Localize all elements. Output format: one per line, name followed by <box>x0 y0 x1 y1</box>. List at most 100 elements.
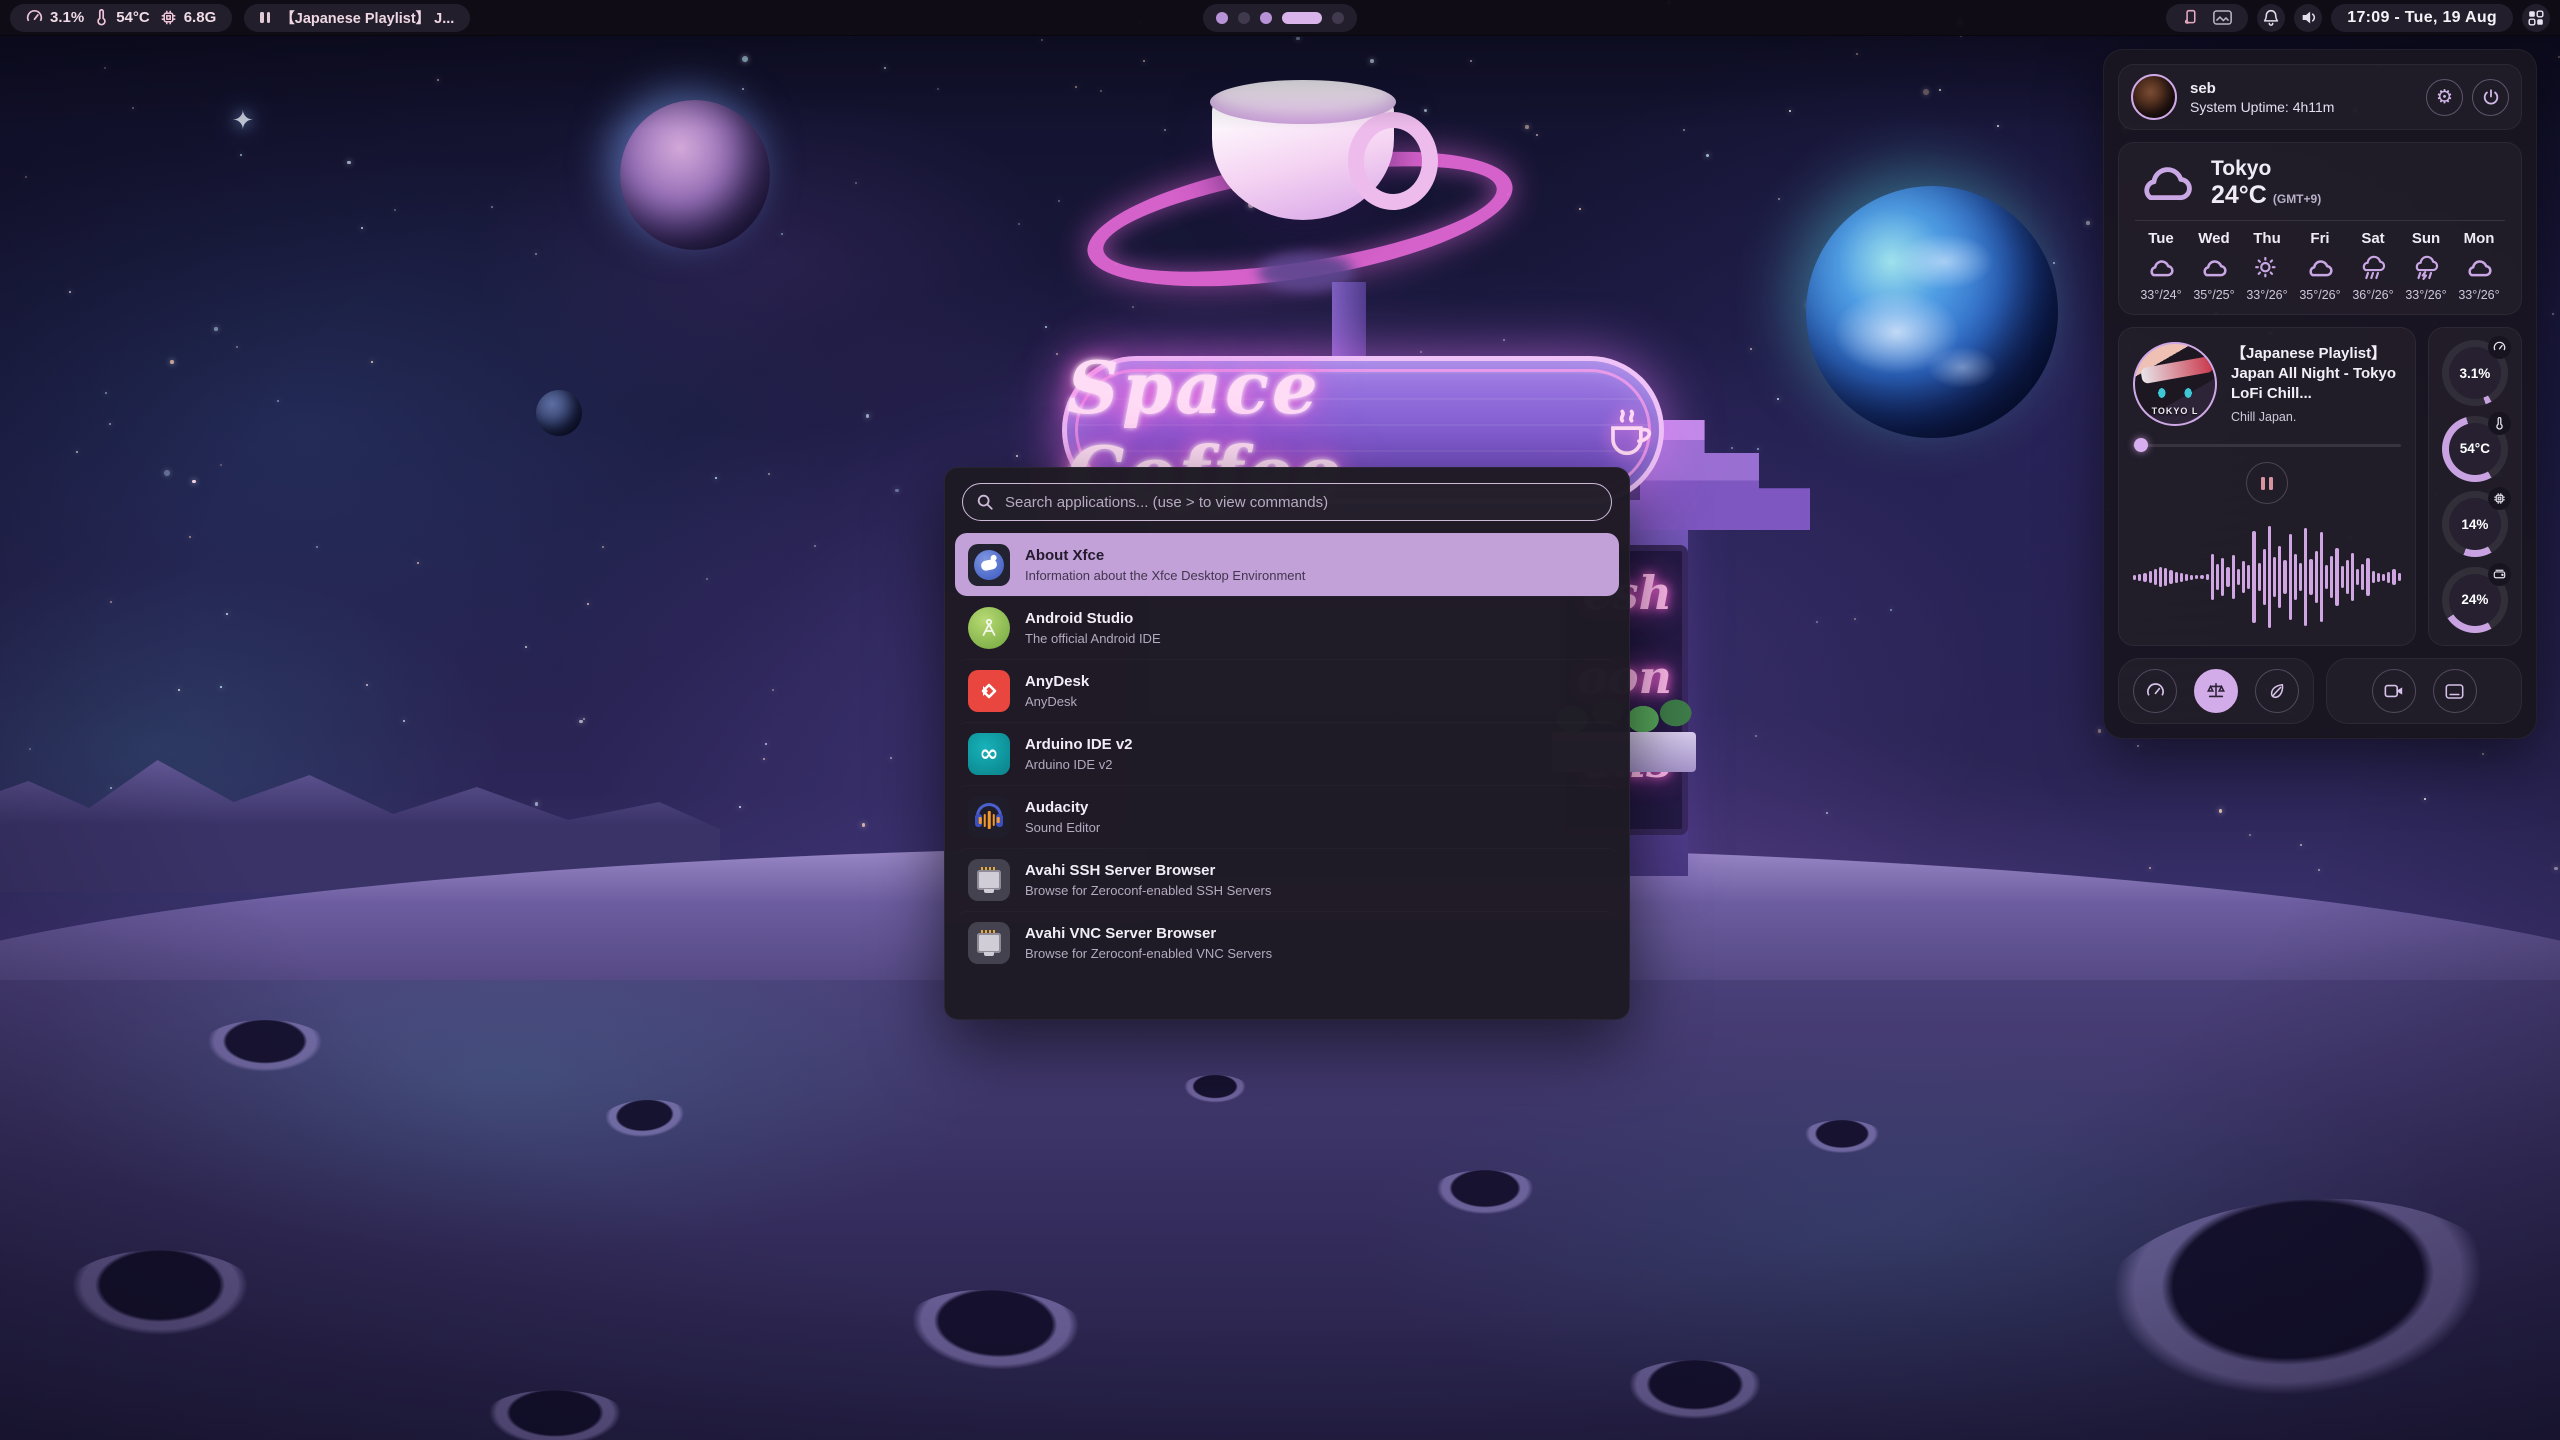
phone-sync-icon <box>2182 9 2199 26</box>
weather-temp: 24°C <box>2211 181 2267 209</box>
screen-record-button[interactable] <box>2372 669 2416 713</box>
now-playing-pill[interactable]: 【Japanese Playlist】 J... <box>244 4 470 32</box>
audio-visualizer <box>2133 523 2401 631</box>
weather-card: Tokyo 24°C (GMT+9) Tue 33°/24° Wed 35°/25… <box>2118 142 2522 315</box>
cpu-gauge: 3.1% <box>2442 340 2508 406</box>
seek-handle[interactable] <box>2134 438 2148 452</box>
screenshot-icon <box>2445 683 2464 700</box>
balanced-profile-button[interactable] <box>2194 669 2238 713</box>
audacity-icon <box>968 796 1010 838</box>
user-card: seb System Uptime: 4h11m ⚙ <box>2118 64 2522 130</box>
app-item-avahi-vnc[interactable]: Avahi VNC Server BrowserBrowse for Zeroc… <box>955 911 1619 974</box>
system-gauges-card: 3.1% 54°C 14% 24% <box>2428 327 2522 646</box>
app-item-about-xfce[interactable]: About XfceInformation about the Xfce Des… <box>955 533 1619 596</box>
disk-gauge: 24% <box>2442 567 2508 633</box>
pause-icon <box>260 12 270 23</box>
workspace-dot[interactable] <box>1260 12 1272 24</box>
video-camera-icon <box>2384 683 2404 699</box>
username: seb <box>2190 80 2334 97</box>
forecast-day: Sun 33°/26° <box>2400 230 2452 302</box>
quick-tools-pill[interactable] <box>2166 4 2248 32</box>
anydesk-icon <box>968 670 1010 712</box>
overview-button[interactable] <box>2522 4 2550 32</box>
forecast-day: Tue 33°/24° <box>2135 230 2187 302</box>
seek-bar[interactable] <box>2133 438 2401 452</box>
workspace-dot[interactable] <box>1238 12 1250 24</box>
power-button[interactable] <box>2472 79 2509 116</box>
capture-tools-card <box>2326 658 2522 724</box>
cloud-icon <box>2305 257 2335 279</box>
memory-gauge: 14% <box>2442 491 2508 557</box>
chip-icon <box>160 9 177 26</box>
app-launcher: About XfceInformation about the Xfce Des… <box>944 467 1630 1020</box>
power-profile-card <box>2118 658 2314 724</box>
track-title: 【Japanese Playlist】 Japan All Night - To… <box>2231 344 2401 404</box>
volume-button[interactable] <box>2294 4 2322 32</box>
forecast-row: Tue 33°/24° Wed 35°/25° Thu 33°/26° Fri <box>2135 230 2505 302</box>
speaker-icon <box>2300 10 2317 25</box>
rain-icon <box>2358 255 2388 281</box>
gear-icon: ⚙ <box>2436 88 2453 107</box>
media-player-card: TOKYO L 【Japanese Playlist】 Japan All Ni… <box>2118 327 2416 646</box>
workspace-switcher <box>1203 4 1357 32</box>
control-center-panel: seb System Uptime: 4h11m ⚙ Tokyo 24°C (GM… <box>2103 49 2537 739</box>
settings-button[interactable]: ⚙ <box>2426 79 2463 116</box>
divider <box>2135 220 2505 221</box>
app-item-android-studio[interactable]: Android StudioThe official Android IDE <box>955 596 1619 659</box>
speedometer-icon <box>2146 682 2165 701</box>
storm-icon <box>2411 255 2441 281</box>
topbar-right: 17:09 - Tue, 19 Aug <box>2166 4 2550 32</box>
sun-cloud-icon <box>2252 256 2282 280</box>
network-port-icon <box>968 859 1010 901</box>
clock[interactable]: 17:09 - Tue, 19 Aug <box>2331 4 2513 32</box>
avatar[interactable] <box>2131 74 2177 120</box>
system-stats-pill[interactable]: 3.1% 54°C 6.8G <box>10 4 232 32</box>
top-bar: 3.1% 54°C 6.8G 【Japanese Playlist】 J... <box>0 0 2560 36</box>
album-art-label: TOKYO L <box>2135 406 2215 416</box>
cloud-icon <box>2146 257 2176 279</box>
speedometer-icon <box>2493 341 2506 354</box>
desktop: ✦ esh oon ans Space Coffe <box>0 0 2560 1440</box>
search-icon <box>976 493 994 511</box>
chip-icon <box>2493 492 2506 505</box>
temp-gauge: 54°C <box>2442 416 2508 482</box>
workspace-dots[interactable] <box>1203 4 1357 32</box>
forecast-day: Fri 35°/26° <box>2294 230 2346 302</box>
search-bar <box>962 483 1612 521</box>
cpu-stat: 3.1% <box>26 9 84 26</box>
cloud-icon <box>2135 161 2197 205</box>
app-item-arduino[interactable]: ∞ Arduino IDE v2Arduino IDE v2 <box>955 722 1619 785</box>
play-pause-button[interactable] <box>2246 462 2288 504</box>
bell-icon <box>2263 9 2279 26</box>
search-input[interactable] <box>962 483 1612 521</box>
forecast-day: Mon 33°/26° <box>2453 230 2505 302</box>
weather-timezone: (GMT+9) <box>2273 192 2321 206</box>
app-item-anydesk[interactable]: AnyDeskAnyDesk <box>955 659 1619 722</box>
weather-city: Tokyo <box>2211 157 2321 181</box>
xfce-mouse-icon <box>968 544 1010 586</box>
speedometer-icon <box>26 9 43 26</box>
app-grid-icon <box>2528 10 2544 26</box>
app-item-avahi-ssh[interactable]: Avahi SSH Server BrowserBrowse for Zeroc… <box>955 848 1619 911</box>
album-art[interactable]: TOKYO L <box>2133 342 2217 426</box>
wallpaper-icon <box>2213 10 2232 25</box>
topbar-left: 3.1% 54°C 6.8G 【Japanese Playlist】 J... <box>10 4 470 32</box>
workspace-dot[interactable] <box>1332 12 1344 24</box>
notifications-button[interactable] <box>2257 4 2285 32</box>
leaf-icon <box>2268 682 2286 700</box>
powersave-profile-button[interactable] <box>2255 669 2299 713</box>
thermometer-icon <box>94 9 109 26</box>
disk-icon <box>2493 568 2506 581</box>
screenshot-button[interactable] <box>2433 669 2477 713</box>
workspace-dot[interactable] <box>1282 12 1322 24</box>
app-item-audacity[interactable]: AudacitySound Editor <box>955 785 1619 848</box>
cloud-icon <box>2464 257 2494 279</box>
uptime-label: System Uptime: 4h11m <box>2190 99 2334 115</box>
workspace-dot[interactable] <box>1216 12 1228 24</box>
cloud-icon <box>2199 257 2229 279</box>
android-studio-icon <box>968 607 1010 649</box>
memory-stat: 6.8G <box>160 9 217 26</box>
power-icon <box>2482 88 2500 106</box>
forecast-day: Wed 35°/25° <box>2188 230 2240 302</box>
performance-profile-button[interactable] <box>2133 669 2177 713</box>
